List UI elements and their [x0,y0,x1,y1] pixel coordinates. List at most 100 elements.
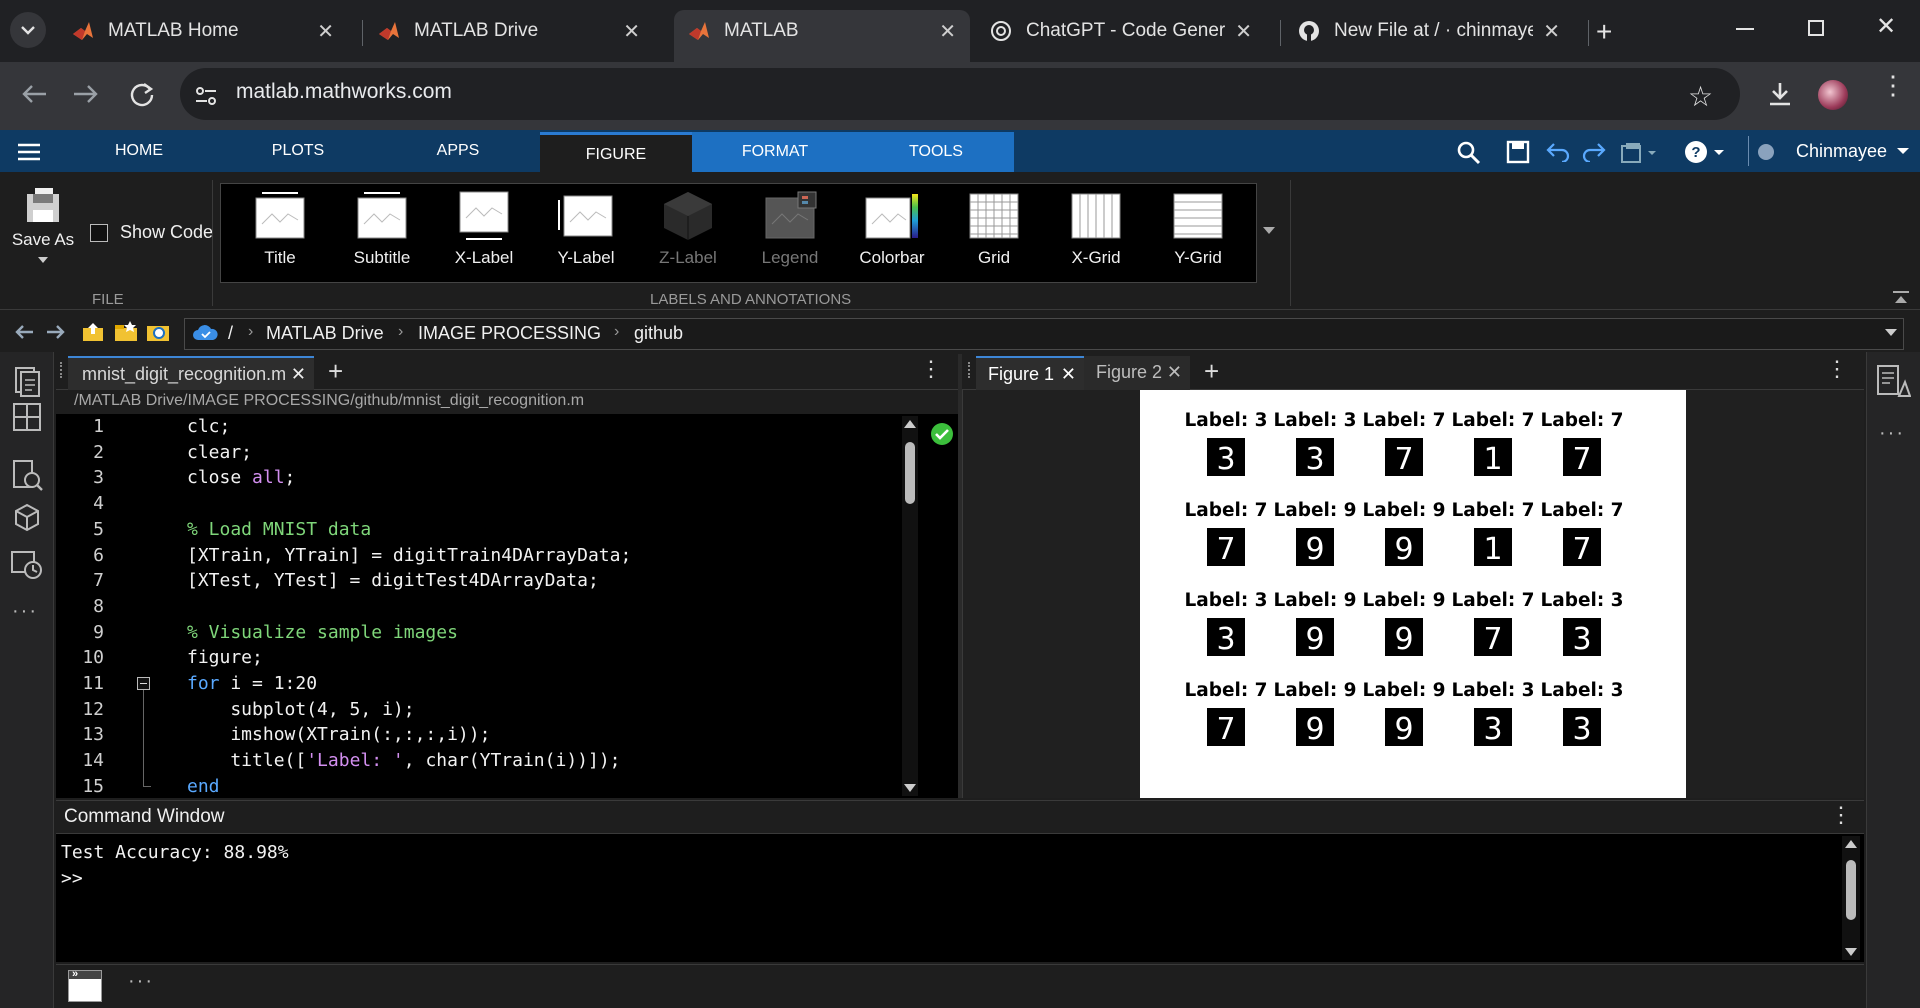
close-icon[interactable]: ✕ [1167,356,1182,388]
tab-figure[interactable]: FIGURE [540,132,692,172]
search-icon[interactable] [1456,140,1482,166]
back-arrow-icon[interactable] [20,82,48,106]
scroll-up-icon[interactable] [902,416,918,430]
forward-arrow-icon[interactable] [46,324,66,340]
command-prompt[interactable]: >> [61,868,83,889]
editor-scrollbar[interactable] [902,416,918,796]
tab-tools[interactable]: TOOLS [858,132,1014,172]
minimize-button[interactable] [1736,28,1754,30]
redo-icon[interactable] [1582,142,1606,162]
window-layout-icon[interactable] [1620,142,1660,164]
tab-apps[interactable]: APPS [396,130,520,172]
close-icon[interactable]: ✕ [1235,19,1252,44]
search-folder-icon[interactable] [146,320,170,342]
site-info-icon[interactable] [194,84,218,108]
code-analyzer-icon[interactable] [10,458,44,492]
y-grid-button[interactable]: Y-Grid [1149,190,1247,268]
user-chevron-icon[interactable] [1896,146,1910,156]
breadcrumb-image-processing[interactable]: IMAGE PROCESSING [418,323,601,344]
reload-icon[interactable] [128,80,156,108]
close-icon[interactable]: ✕ [317,19,334,44]
editor-options-icon[interactable]: ⋮ [920,358,942,380]
browser-tab[interactable]: ChatGPT - Code Generato ✕ [976,10,1266,52]
hamburger-menu-icon[interactable] [18,143,40,161]
close-icon[interactable]: ✕ [1061,358,1076,390]
show-code-checkbox[interactable] [90,224,108,242]
save-icon[interactable] [1506,140,1530,164]
url-text[interactable]: matlab.mathworks.com [236,80,452,104]
browser-tab[interactable]: New File at / · chinmayee ✕ [1284,10,1574,52]
y-label-button[interactable]: Y-Label [537,190,635,268]
save-as-button[interactable]: Save As [8,186,78,264]
command-window-options-icon[interactable]: ⋮ [1830,804,1852,826]
drag-handle-icon[interactable] [968,362,972,378]
figure-options-icon[interactable]: ⋮ [1826,358,1848,380]
subplot-title: Label: 7 [1184,680,1268,701]
figure-2-tab[interactable]: Figure 2 ✕ [1084,356,1190,390]
new-file-tab-button[interactable]: + [328,356,343,387]
browser-tab[interactable]: MATLAB Home ✕ [58,10,348,52]
undo-icon[interactable] [1546,142,1570,162]
x-grid-button[interactable]: X-Grid [1047,190,1145,268]
tab-search-button[interactable] [10,12,46,48]
command-window[interactable] [56,834,1864,962]
path-history-dropdown-icon[interactable] [1884,328,1898,338]
scrollbar-thumb[interactable] [1846,860,1856,920]
close-icon[interactable]: ✕ [623,19,640,44]
scroll-down-icon[interactable] [1842,946,1860,960]
new-figure-button[interactable]: + [1204,356,1219,387]
tab-format[interactable]: FORMAT [692,132,858,172]
close-window-button[interactable]: ✕ [1876,12,1896,41]
files-panel-icon[interactable] [10,364,44,398]
editor-file-tab[interactable]: mnist_digit_recognition.m ✕ [68,356,314,390]
command-scrollbar[interactable] [1842,836,1860,960]
new-tab-button[interactable]: + [1596,16,1612,48]
title-button[interactable]: Title [231,190,329,268]
browser-tab-active[interactable]: MATLAB ✕ [674,10,970,62]
tab-plots[interactable]: PLOTS [236,130,360,172]
figure-1-tab[interactable]: Figure 1 ✕ [976,356,1084,390]
restore-button[interactable] [1808,20,1824,36]
collapse-toolstrip-icon[interactable] [1892,290,1910,304]
drag-handle-icon[interactable] [60,362,64,378]
browse-folder-icon[interactable] [114,320,138,342]
gallery-expand-icon[interactable] [1262,226,1276,236]
subtitle-button[interactable]: Subtitle [333,190,431,268]
download-icon[interactable] [1766,80,1794,108]
grid-button[interactable]: Grid [945,190,1043,268]
browser-tab[interactable]: MATLAB Drive ✕ [364,10,654,52]
close-icon[interactable]: ✕ [1543,19,1560,44]
scrollbar-thumb[interactable] [905,442,915,504]
z-label-button[interactable]: Z-Label [639,190,737,268]
scroll-up-icon[interactable] [1842,836,1860,850]
property-inspector-icon[interactable] [1875,364,1911,400]
back-arrow-icon[interactable] [14,324,34,340]
more-panels-icon[interactable]: ··· [1879,422,1905,445]
user-menu-icon[interactable] [1758,144,1774,160]
legend-button[interactable]: Legend [741,190,839,268]
command-window-toggle-icon[interactable]: » [68,968,102,1002]
code-fold-icon[interactable] [137,677,150,690]
close-icon[interactable]: ✕ [939,19,956,44]
up-folder-icon[interactable] [82,322,104,342]
profile-avatar[interactable] [1818,80,1848,110]
forward-arrow-icon[interactable] [72,82,100,106]
workspace-panel-icon[interactable] [10,400,44,434]
scroll-down-icon[interactable] [902,782,918,796]
breadcrumb-matlab-drive[interactable]: MATLAB Drive [266,323,384,344]
breadcrumb-github[interactable]: github [634,323,683,344]
browser-menu-icon[interactable]: ⋮ [1880,72,1906,98]
more-panels-icon[interactable]: ··· [12,600,38,623]
x-label-button[interactable]: X-Label [435,190,533,268]
user-name[interactable]: Chinmayee [1796,141,1887,162]
breadcrumb-root[interactable]: / [228,323,233,344]
close-icon[interactable]: ✕ [291,358,306,390]
tab-home[interactable]: HOME [80,130,198,172]
code-analyzer-ok-icon[interactable] [930,422,954,446]
more-options-icon[interactable]: ··· [128,970,154,993]
command-history-icon[interactable] [10,548,44,582]
colorbar-button[interactable]: Colorbar [843,190,941,268]
add-ons-icon[interactable] [10,502,44,536]
help-icon[interactable]: ? [1684,140,1728,166]
bookmark-star-icon[interactable]: ☆ [1688,80,1713,113]
